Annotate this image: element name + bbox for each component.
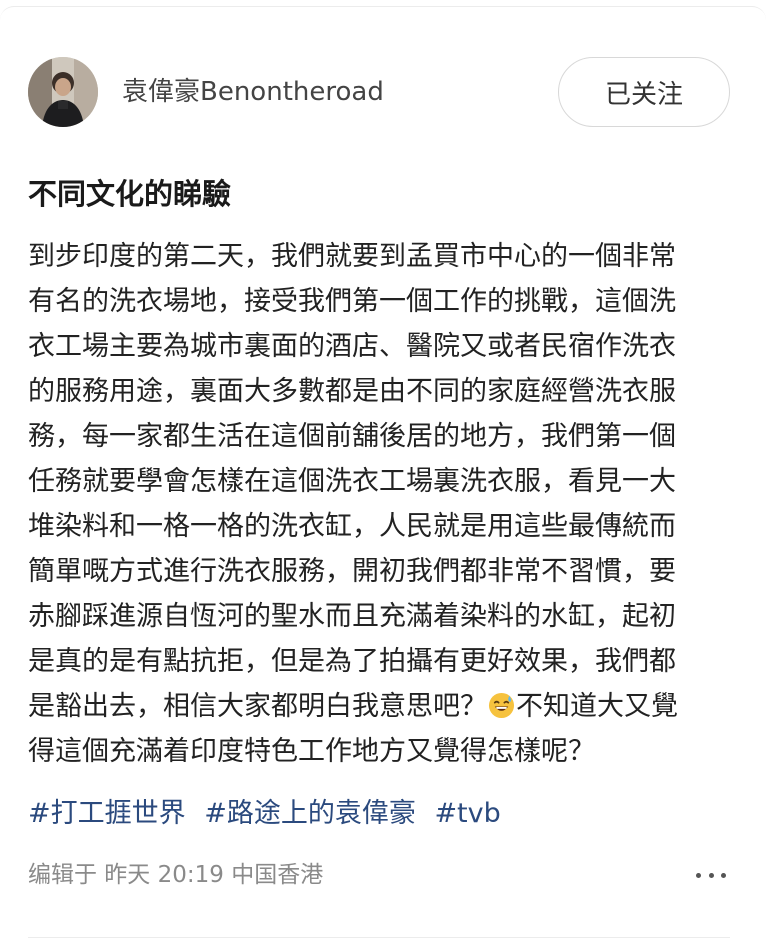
body-line-with-emoji: 是豁出去，相信大家都明白我意思吧？ 不知道大又覺 — [28, 684, 728, 729]
body-line: 赤腳踩進源自恆河的聖水而且充滿着染料的水缸，起初 — [28, 601, 676, 632]
body-line: 任務就要學會怎樣在這個洗衣工場裏洗衣服，看見一大 — [28, 466, 676, 497]
avatar[interactable] — [28, 57, 98, 127]
author-name[interactable]: 袁偉豪Benontheroad — [122, 75, 384, 109]
post-body: 到步印度的第二天，我們就要到孟買市中心的一個非常 有名的洗衣場地，接受我們第一個… — [28, 234, 728, 774]
body-line: 得這個充滿着印度特色工作地方又覺得怎樣呢？ — [28, 736, 595, 767]
more-dot — [721, 872, 726, 878]
post-title: 不同文化的睇驗 — [28, 177, 232, 211]
more-dot — [708, 872, 714, 878]
body-text-segment: 是豁出去，相信大家都明白我意思吧？ — [28, 691, 487, 722]
body-line: 是真的是有點抗拒，但是為了拍攝有更好效果，我們都 — [28, 646, 676, 677]
divider — [28, 937, 730, 938]
body-line: 簡單嘅方式進行洗衣服務，開初我們都非常不習慣，要 — [28, 556, 676, 587]
body-text-segment: 不知道大又覺 — [516, 691, 678, 722]
body-line: 堆染料和一格一格的洗衣缸，人民就是用這些最傳統而 — [28, 511, 676, 542]
body-line: 到步印度的第二天，我們就要到孟買市中心的一個非常 — [28, 241, 676, 272]
grinning-sweat-emoji-icon — [488, 692, 515, 719]
post-header: 袁偉豪Benontheroad 已关注 — [28, 57, 730, 129]
body-line: 衣工場主要為城市裏面的酒店、醫院又或者民宿作洗衣 — [28, 331, 676, 362]
avatar-image — [28, 57, 98, 127]
more-horizontal-icon[interactable] — [696, 863, 726, 887]
more-dot — [696, 872, 701, 878]
edit-meta: 编辑于 昨天 20:19 中国香港 — [28, 862, 324, 888]
follow-button[interactable]: 已关注 — [558, 57, 730, 127]
body-line: 的服務用途，裏面大多數都是由不同的家庭經營洗衣服 — [28, 376, 676, 407]
hashtag-link[interactable]: #tvb — [434, 798, 500, 829]
body-line: 有名的洗衣場地，接受我們第一個工作的挑戰，這個洗 — [28, 286, 676, 317]
body-line: 務，每一家都生活在這個前舖後居的地方，我們第一個 — [28, 421, 676, 452]
post-card: 袁偉豪Benontheroad 已关注 不同文化的睇驗 到步印度的第二天，我們就… — [0, 6, 766, 949]
hashtag-link[interactable]: #路途上的袁偉豪 — [204, 798, 416, 829]
hashtag-link[interactable]: #打工捱世界 — [28, 798, 186, 829]
hashtag-list: #打工捱世界 #路途上的袁偉豪 #tvb — [28, 796, 511, 832]
